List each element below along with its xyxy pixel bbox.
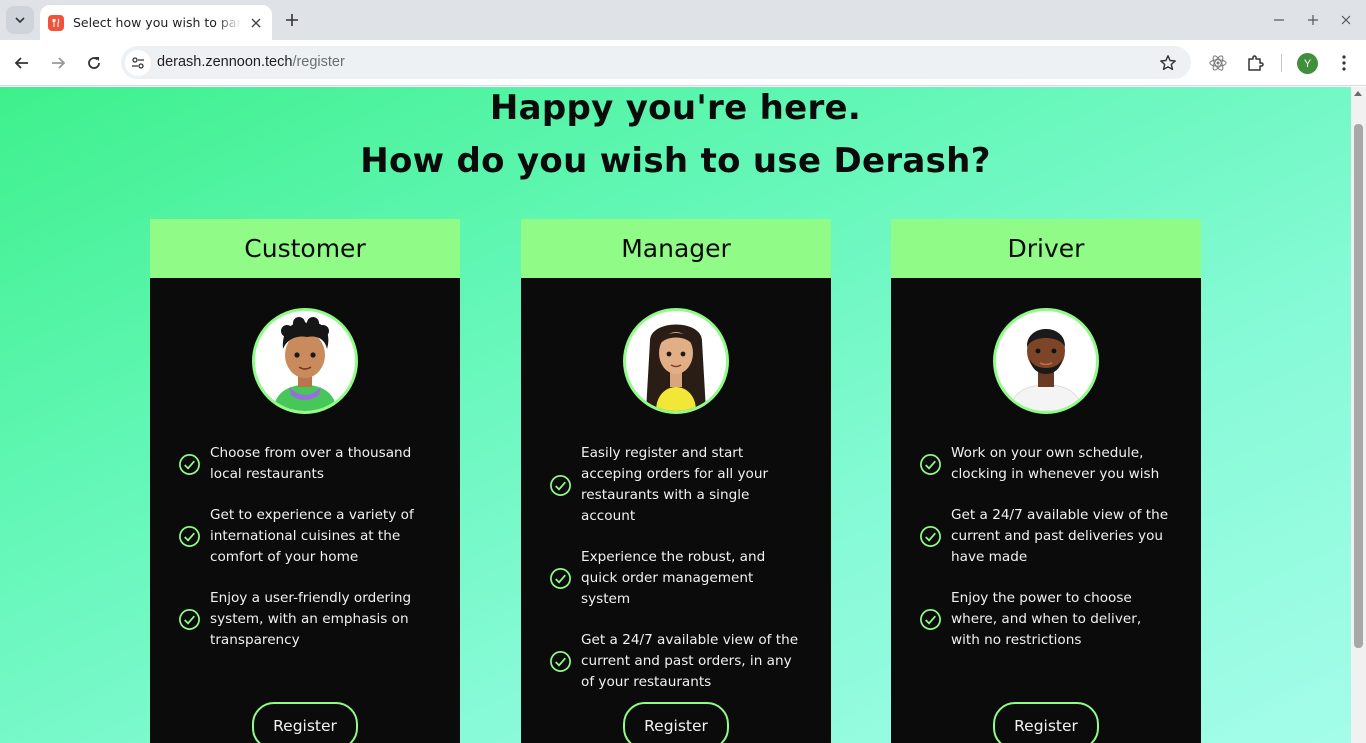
address-bar[interactable]: derash.zennoon.tech/register: [121, 46, 1191, 79]
tab-title: Select how you wish to partner with Dera…: [73, 15, 241, 30]
feature-list: Work on your own schedule, clocking in w…: [919, 443, 1169, 671]
customer-avatar: [252, 308, 358, 414]
extensions-puzzle-icon[interactable]: [1244, 52, 1266, 74]
scrollbar-thumb[interactable]: [1354, 124, 1363, 648]
feature-text: Choose from over a thousand local restau…: [210, 445, 412, 482]
more-options-icon[interactable]: [1333, 52, 1355, 74]
feature-text: Enjoy the power to choose where, and whe…: [951, 590, 1142, 648]
url-host: derash.zennoon.tech: [157, 54, 293, 70]
feature-list: Choose from over a thousand local restau…: [178, 443, 428, 671]
customer-card: Customer Choose from over a thousand loc…: [150, 219, 460, 743]
feature-item: Get to experience a variety of internati…: [178, 505, 428, 568]
vertical-scrollbar[interactable]: [1351, 87, 1366, 743]
derash-favicon-icon: [48, 14, 64, 31]
url-path: /register: [292, 54, 345, 70]
driver-card: Driver Work on your own schedule, clocki…: [891, 219, 1201, 743]
react-devtools-extension-icon[interactable]: [1207, 52, 1229, 74]
feature-text: Work on your own schedule, clocking in w…: [951, 445, 1160, 482]
site-info-icon[interactable]: [125, 50, 151, 76]
feature-text: Get to experience a variety of internati…: [210, 507, 414, 565]
close-window-icon[interactable]: [1336, 10, 1356, 30]
minimize-icon[interactable]: [1269, 10, 1289, 30]
page-heading-welcome: Happy you're here.: [489, 88, 862, 128]
chevron-down-icon: [15, 17, 25, 24]
feature-item: Get a 24/7 available view of the current…: [919, 505, 1169, 568]
feature-text: Easily register and start acceping order…: [581, 445, 769, 524]
card-title: Driver: [891, 219, 1201, 278]
manager-avatar: [623, 308, 729, 414]
reload-icon[interactable]: [82, 51, 106, 75]
feature-item: Enjoy a user-friendly ordering system, w…: [178, 588, 428, 651]
register-driver-button[interactable]: Register: [993, 702, 1099, 743]
forward-arrow-icon[interactable]: [46, 51, 70, 75]
feature-list: Easily register and start acceping order…: [549, 443, 799, 713]
check-circle-icon: [550, 651, 571, 672]
back-arrow-icon[interactable]: [10, 51, 34, 75]
check-circle-icon: [920, 453, 941, 475]
card-title: Manager: [521, 219, 831, 278]
check-circle-icon: [179, 526, 200, 547]
feature-item: Work on your own schedule, clocking in w…: [919, 443, 1169, 485]
feature-item: Experience the robust, and quick order m…: [549, 547, 799, 610]
check-circle-icon: [550, 474, 571, 496]
new-tab-plus-icon[interactable]: [281, 9, 303, 31]
driver-avatar: [993, 308, 1099, 414]
feature-item: Easily register and start acceping order…: [549, 443, 799, 527]
register-manager-button[interactable]: Register: [623, 702, 729, 743]
card-title: Customer: [150, 219, 460, 278]
browser-toolbar: derash.zennoon.tech/register Y: [0, 40, 1366, 86]
manager-card: Manager Easily register and start accepi…: [521, 219, 831, 743]
check-circle-icon: [550, 568, 571, 589]
scroll-up-arrow-icon[interactable]: [1354, 91, 1362, 96]
check-circle-icon: [179, 609, 200, 630]
check-circle-icon: [920, 526, 941, 547]
url-text: derash.zennoon.tech/register: [157, 54, 345, 70]
tab-search-button[interactable]: [6, 6, 34, 34]
feature-item: Enjoy the power to choose where, and whe…: [919, 588, 1169, 651]
feature-text: Get a 24/7 available view of the current…: [581, 632, 799, 690]
feature-text: Enjoy a user-friendly ordering system, w…: [210, 590, 412, 648]
page-viewport: Happy you're here. How do you wish to us…: [0, 87, 1351, 743]
feature-text: Get a 24/7 available view of the current…: [951, 507, 1169, 565]
toolbar-separator: [1281, 54, 1282, 72]
feature-item: Get a 24/7 available view of the current…: [549, 630, 799, 693]
browser-tab[interactable]: Select how you wish to partner with Dera…: [40, 5, 272, 40]
feature-text: Experience the robust, and quick order m…: [581, 549, 766, 607]
check-circle-icon: [920, 609, 941, 630]
maximize-icon[interactable]: [1303, 10, 1323, 30]
feature-item: Choose from over a thousand local restau…: [178, 443, 428, 485]
page-heading-question: How do you wish to use Derash?: [360, 141, 991, 181]
bookmark-star-icon[interactable]: [1159, 54, 1177, 72]
browser-tab-bar: Select how you wish to partner with Dera…: [0, 0, 1366, 40]
profile-avatar[interactable]: Y: [1297, 53, 1318, 74]
register-customer-button[interactable]: Register: [252, 702, 358, 743]
close-tab-icon[interactable]: [248, 15, 264, 31]
check-circle-icon: [179, 453, 200, 475]
